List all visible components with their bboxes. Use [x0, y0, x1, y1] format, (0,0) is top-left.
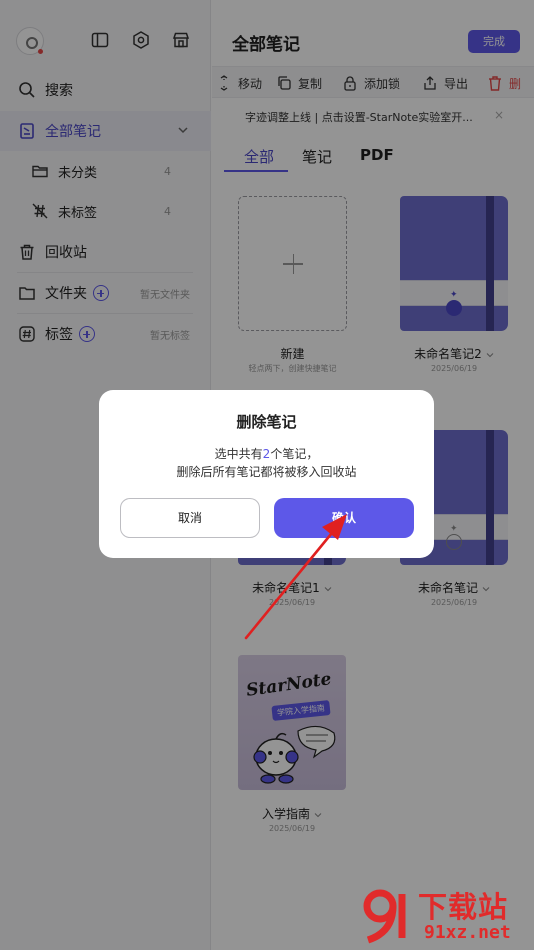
confirm-button[interactable]: 确认 — [274, 498, 414, 538]
dialog-title: 删除笔记 — [236, 413, 297, 431]
watermark: 下载站 91xz.net — [360, 882, 534, 950]
cancel-button[interactable]: 取消 — [120, 498, 260, 538]
message-line-2: 删除后所有笔记都将被移入回收站 — [176, 465, 357, 479]
watermark-title: 下载站 — [418, 890, 509, 924]
message-suffix: 个笔记， — [270, 447, 319, 461]
message-prefix: 选中共有 — [214, 447, 263, 461]
dialog-message: 选中共有2个笔记， 删除后所有笔记都将被移入回收站 — [99, 445, 434, 481]
delete-notes-dialog: 删除笔记 选中共有2个笔记， 删除后所有笔记都将被移入回收站 取消 确认 — [99, 390, 434, 558]
watermark-url: 91xz.net — [424, 922, 511, 943]
watermark-logo-icon — [363, 889, 406, 944]
